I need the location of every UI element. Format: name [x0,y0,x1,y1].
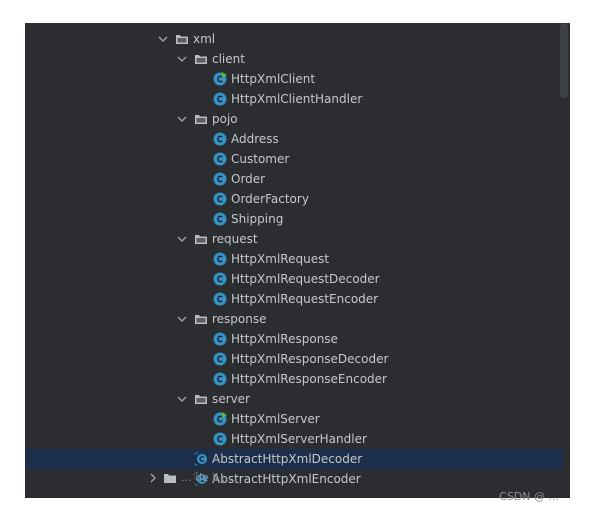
tree-item-label: HttpXmlRequestDecoder [231,272,380,286]
class-icon [213,92,227,106]
chevron-down-icon[interactable] [176,309,188,329]
class-icon [213,192,227,206]
tree-item-label: HttpXmlRequest [231,252,330,266]
tree-folder-row[interactable]: request [25,229,564,249]
watermark: CSDN @ ... [499,490,559,503]
tree-item-label: response [212,312,267,326]
tree-item-label: Address [231,132,279,146]
tree-class-row[interactable]: HttpXmlServerHandler [25,429,564,449]
tree-class-row[interactable]: AbstractHttpXmlDecoder [25,449,564,469]
class-icon [213,332,227,346]
tree-item-label: HttpXmlClientHandler [231,92,363,106]
tree-item-label: AbstractHttpXmlDecoder [212,452,363,466]
tree-item-label: Customer [231,152,290,166]
tree-item-label: Shipping [231,212,284,226]
tree-item-label: HttpXmlServer [231,412,320,426]
tree-item-label: pojo [212,112,238,126]
tree-class-row[interactable]: Shipping [25,209,564,229]
folder-icon [194,112,208,126]
tree-class-row[interactable]: OrderFactory [25,189,564,209]
runnable-class-icon [213,72,227,86]
folder-icon [163,471,177,485]
folder-icon [175,32,189,46]
chevron-down-icon[interactable] [176,49,188,69]
class-icon [213,212,227,226]
vertical-scrollbar[interactable] [560,23,568,98]
class-icon [213,292,227,306]
class-icon [213,352,227,366]
tree-class-row[interactable]: HttpXmlRequest [25,249,564,269]
tree-item-label: server [212,392,250,406]
tree-class-row[interactable]: Customer [25,149,564,169]
chevron-right-icon [147,468,159,488]
tree-item-label: client [212,52,245,66]
tree-class-row[interactable]: Address [25,129,564,149]
tree-class-row[interactable]: HttpXmlRequestEncoder [25,289,564,309]
tree-class-row[interactable]: HttpXmlRequestDecoder [25,269,564,289]
tree-class-row[interactable]: Order [25,169,564,189]
chevron-down-icon[interactable] [176,389,188,409]
folder-icon [194,232,208,246]
tree-item-label: HttpXmlResponse [231,332,338,346]
folder-icon [194,52,208,66]
abstract-class-icon [194,452,208,466]
tree-folder-row[interactable]: xml [25,29,564,49]
chevron-down-icon[interactable] [176,109,188,129]
class-icon [213,132,227,146]
tree-class-row[interactable]: HttpXmlServer [25,409,564,429]
tree-item-label: OrderFactory [231,192,309,206]
tree-item-label: HttpXmlResponseDecoder [231,352,389,366]
tree-folder-row[interactable]: pojo [25,109,564,129]
tree-item-label: HttpXmlServerHandler [231,432,367,446]
tree-class-row[interactable]: HttpXmlResponseEncoder [25,369,564,389]
class-icon [213,372,227,386]
class-icon [213,152,227,166]
folder-icon [194,312,208,326]
tree-class-row[interactable]: HttpXmlClient [25,69,564,89]
tree-class-row[interactable]: HttpXmlResponseDecoder [25,349,564,369]
partial-row-label: ... de li ... [181,471,233,484]
partial-tree-row[interactable]: ... de li ... [25,468,570,488]
class-icon [213,272,227,286]
tree-item-label: Order [231,172,266,186]
class-icon [213,172,227,186]
tree-item-label: HttpXmlRequestEncoder [231,292,379,306]
tree-folder-row[interactable]: server [25,389,564,409]
tree-folder-row[interactable]: client [25,49,564,69]
tree-item-label: HttpXmlClient [231,72,316,86]
project-tree-panel: xml client HttpXmlClient HttpXmlClientHandl… [25,23,570,498]
tree-folder-row[interactable]: response [25,309,564,329]
tree-class-row[interactable]: HttpXmlClientHandler [25,89,564,109]
folder-icon [194,392,208,406]
class-icon [213,432,227,446]
chevron-down-icon[interactable] [176,229,188,249]
chevron-down-icon[interactable] [157,29,169,49]
runnable-class-icon [213,412,227,426]
tree-item-label: HttpXmlResponseEncoder [231,372,387,386]
tree-class-row[interactable]: HttpXmlResponse [25,329,564,349]
class-icon [213,252,227,266]
tree-item-label: xml [193,32,216,46]
tree-item-label: request [212,232,258,246]
